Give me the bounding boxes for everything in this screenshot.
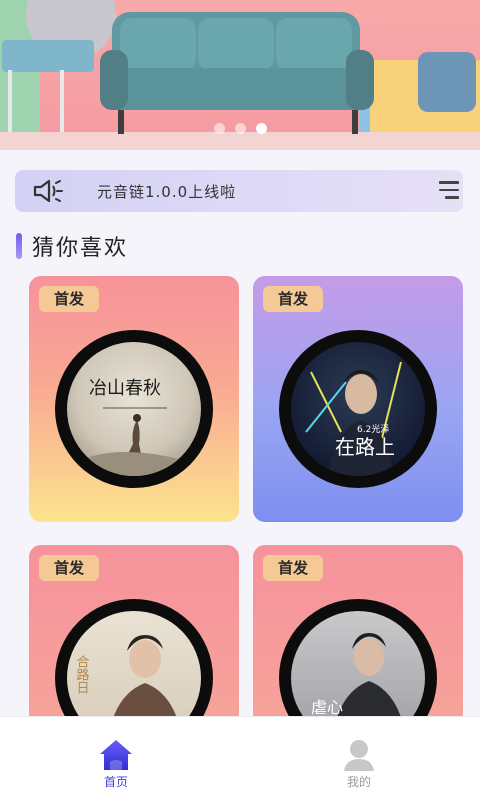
menu-icon[interactable]	[439, 181, 459, 201]
tab-home[interactable]: 首页	[86, 739, 146, 799]
banner-floor	[0, 132, 480, 150]
person-icon	[344, 740, 374, 771]
vinyl-disc: 6.2光泽 在路上	[279, 330, 437, 488]
bottom-tab-bar: 首页 我的	[0, 716, 480, 800]
carousel-dot[interactable]	[234, 123, 246, 134]
banner-chair	[418, 52, 476, 112]
tab-mine-label: 我的	[346, 775, 371, 789]
section-title: 猜你喜欢	[32, 236, 129, 261]
premiere-badge: 首发	[39, 286, 99, 312]
section-accent-bar	[16, 233, 22, 259]
cover-title: 在路上	[335, 435, 395, 459]
notice-bar[interactable]: 元音链1.0.0上线啦	[15, 170, 463, 212]
premiere-badge: 首发	[39, 555, 99, 581]
premiere-badge: 首发	[263, 555, 323, 581]
song-card[interactable]: 首发 冶山春秋	[29, 276, 239, 522]
cover-title: 合路日	[74, 655, 90, 694]
album-cover: 冶山春秋	[67, 342, 201, 476]
premiere-badge: 首发	[263, 286, 323, 312]
carousel-dots	[0, 123, 480, 134]
home-icon	[100, 740, 132, 770]
vinyl-disc: 冶山春秋	[55, 330, 213, 488]
banner-carousel[interactable]	[0, 0, 480, 150]
tab-home-label: 首页	[103, 775, 128, 789]
section-header: 猜你喜欢	[16, 232, 129, 261]
speaker-icon	[33, 179, 63, 203]
cover-title: 冶山春秋	[89, 378, 161, 399]
carousel-dot-active[interactable]	[255, 123, 267, 134]
banner-sofa-arm	[346, 50, 374, 110]
carousel-dot[interactable]	[213, 123, 225, 134]
notice-text: 元音链1.0.0上线啦	[97, 183, 237, 201]
banner-sofa-arm	[100, 50, 128, 110]
banner-sofa	[112, 12, 360, 74]
album-cover: 6.2光泽 在路上	[291, 342, 425, 476]
song-card[interactable]: 首发 6.2光泽 在路上	[253, 276, 463, 522]
cover-title: 虐心	[311, 698, 343, 717]
banner-stool	[2, 40, 94, 72]
banner-sofa-seat	[105, 68, 367, 110]
cover-subtitle: 6.2光泽	[357, 423, 389, 435]
tab-mine[interactable]: 我的	[329, 739, 389, 799]
